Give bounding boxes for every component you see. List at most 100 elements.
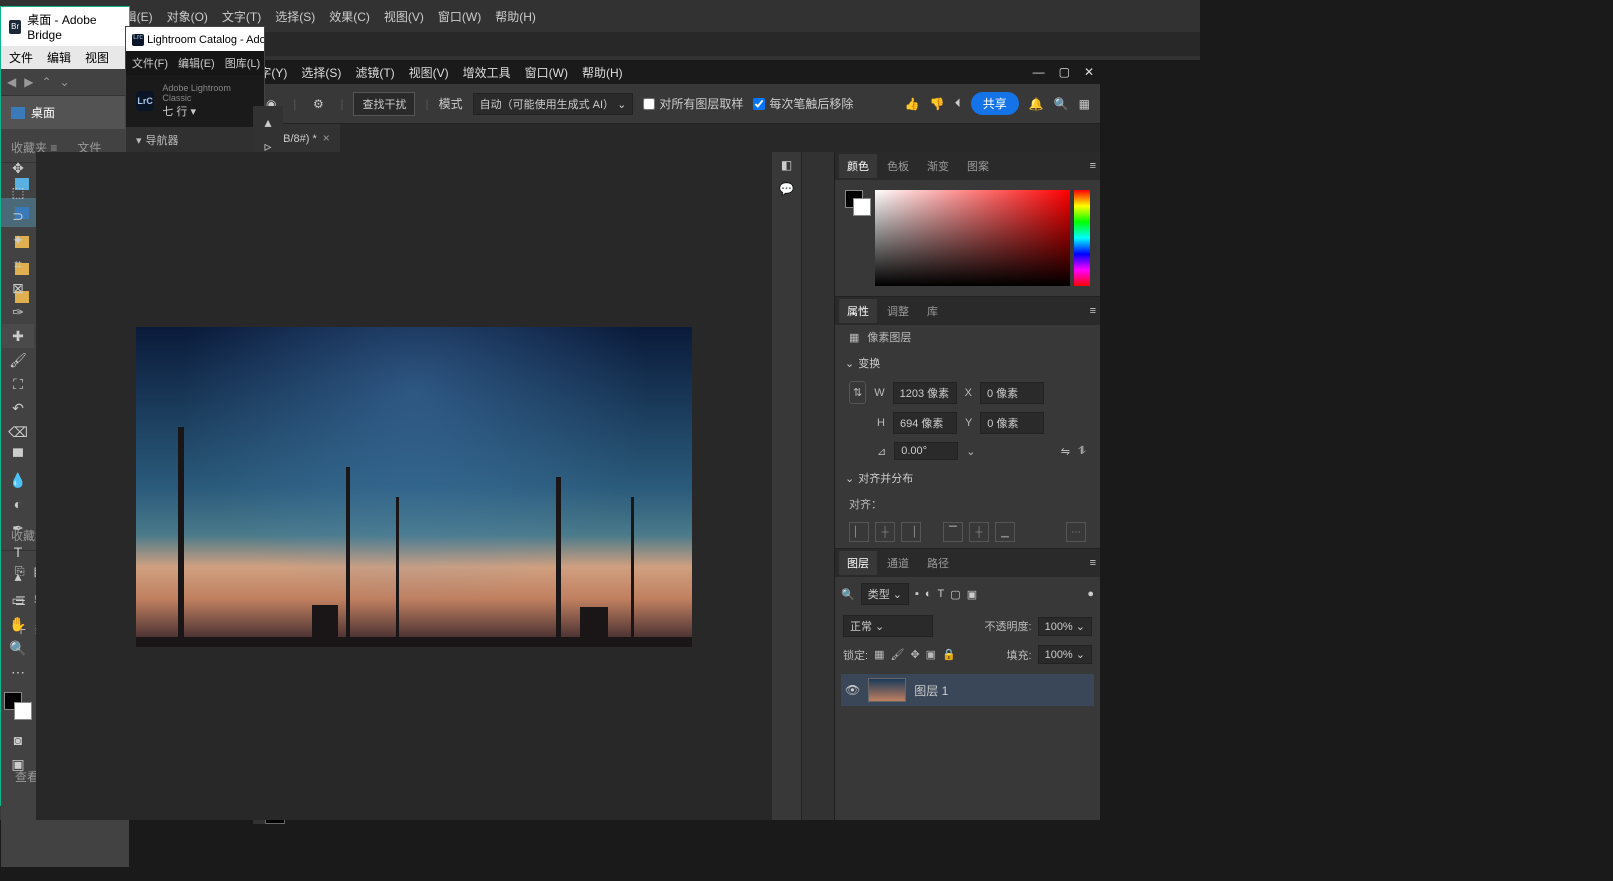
layer-row[interactable]: 👁 图层 1 xyxy=(841,674,1094,706)
color-swatches[interactable] xyxy=(845,190,871,216)
move-tool[interactable]: ✥ xyxy=(2,156,34,180)
tab-color[interactable]: 颜色 xyxy=(839,154,877,178)
align-left-icon[interactable]: ▏ xyxy=(849,522,869,542)
lock-pixels-icon[interactable]: ▦ xyxy=(874,648,884,661)
thumbs-down-icon[interactable]: 👎 xyxy=(930,97,945,111)
lr-nav-head[interactable]: ▾ 导航器 xyxy=(126,127,264,153)
ps-menu-filter[interactable]: 滤镜(T) xyxy=(355,64,394,81)
background-swatch[interactable] xyxy=(14,702,32,720)
ai-menu-view[interactable]: 视图(V) xyxy=(384,8,424,25)
mode-select[interactable]: 自动（可能使用生成式 AI） ⌄ xyxy=(473,93,634,115)
tab-patterns[interactable]: 图案 xyxy=(959,154,997,178)
remove-stroke-checkbox[interactable] xyxy=(753,98,765,110)
wand-tool[interactable]: ✦ xyxy=(2,228,34,252)
filter-type-select[interactable]: 类型 ⌄ xyxy=(861,583,909,605)
edit-toolbar[interactable]: ⋯ xyxy=(2,660,34,684)
search-icon[interactable]: 🔍 xyxy=(841,588,855,601)
flag-icon[interactable]: ⏴ xyxy=(955,96,961,111)
search-icon[interactable]: 🔍 xyxy=(1054,97,1069,111)
bell-icon[interactable]: 🔔 xyxy=(1029,97,1044,111)
tab-adjust[interactable]: 调整 xyxy=(879,299,917,323)
blend-select[interactable]: 正常 ⌄ xyxy=(843,615,933,637)
spot-heal-tool[interactable]: ✚ xyxy=(2,324,34,348)
x-field[interactable]: 0 像素 xyxy=(980,382,1044,404)
path-select-tool[interactable]: ▴ xyxy=(2,564,34,588)
marquee-tool[interactable]: ⬚ xyxy=(2,180,34,204)
nav-up-icon[interactable]: ⌃ xyxy=(41,75,51,89)
ai-menu-type[interactable]: 文字(T) xyxy=(222,8,261,25)
tab-properties[interactable]: 属性 xyxy=(839,299,877,323)
lr-menu-edit[interactable]: 编辑(E) xyxy=(178,55,215,71)
frame-tool[interactable]: ⊠ xyxy=(2,276,34,300)
dropdown-icon[interactable]: ⌄ xyxy=(966,445,975,458)
brush-tool[interactable]: 🖌 xyxy=(2,348,34,372)
angle-field[interactable]: 0.00° xyxy=(894,442,958,460)
align-head[interactable]: ⌄ 对齐并分布 xyxy=(835,464,1100,492)
tab-channels[interactable]: 通道 xyxy=(879,551,917,575)
tab-close-icon[interactable]: × xyxy=(323,131,330,145)
ps-menu-window[interactable]: 窗口(W) xyxy=(525,64,568,81)
ai-menu-object[interactable]: 对象(O) xyxy=(167,8,208,25)
ps-color-swatches[interactable] xyxy=(4,692,32,720)
ai-menu-select[interactable]: 选择(S) xyxy=(275,8,315,25)
nav-back-icon[interactable]: ◀ xyxy=(7,75,16,89)
ps-menu-view[interactable]: 视图(V) xyxy=(409,64,449,81)
flip-v-icon[interactable]: ⥮ xyxy=(1078,445,1086,458)
bg-swatch[interactable] xyxy=(853,198,871,216)
eyedropper-tool[interactable]: ✑ xyxy=(2,300,34,324)
filter-toggle[interactable]: ● xyxy=(1087,588,1094,600)
bridge-menubar[interactable]: 文件 编辑 视图 xyxy=(1,46,129,69)
lr-menu-file[interactable]: 文件(F) xyxy=(132,55,168,71)
color-field[interactable] xyxy=(875,190,1070,286)
lr-menu-library[interactable]: 图库(L) xyxy=(225,55,260,71)
ai-selection-tool[interactable]: ▴ xyxy=(253,110,283,134)
layer-thumb[interactable] xyxy=(868,678,906,702)
gradient-tool[interactable]: ▀ xyxy=(2,444,34,468)
opacity-field[interactable]: 100% ⌄ xyxy=(1038,617,1092,636)
lock-move-icon[interactable]: ✥ xyxy=(910,648,919,661)
tab-gradients[interactable]: 渐变 xyxy=(919,154,957,178)
lock-artboard-icon[interactable]: ▣ xyxy=(926,648,936,661)
remove-stroke-check[interactable]: 每次笔触后移除 xyxy=(753,95,853,112)
bridge-menu-edit[interactable]: 编辑 xyxy=(47,49,71,66)
filter-smart-icon[interactable]: ▣ xyxy=(967,588,977,601)
flip-h-icon[interactable]: ⇋ xyxy=(1061,445,1070,458)
share-button[interactable]: 共享 xyxy=(971,92,1019,115)
align-top-icon[interactable]: ▔ xyxy=(943,522,963,542)
nav-forward-icon[interactable]: ▶ xyxy=(24,75,33,89)
sample-all-checkbox[interactable] xyxy=(643,98,655,110)
align-hcenter-icon[interactable]: ┼ xyxy=(875,522,895,542)
link-icon[interactable]: ⇅ xyxy=(849,381,866,404)
ai-menu-effect[interactable]: 效果(C) xyxy=(329,8,370,25)
thumbs-up-icon[interactable]: 👍 xyxy=(905,97,920,111)
filter-type-icon[interactable]: T xyxy=(938,588,945,600)
lock-all-icon[interactable]: 🔒 xyxy=(942,648,956,661)
hand-tool[interactable]: ✋ xyxy=(2,612,34,636)
filter-adjust-icon[interactable]: ◐ xyxy=(925,588,932,600)
screenmode-tool[interactable]: ▣ xyxy=(2,752,34,776)
shape-tool[interactable]: ▭ xyxy=(2,588,34,612)
zoom-tool[interactable]: 🔍 xyxy=(2,636,34,660)
find-button[interactable]: 查找干扰 xyxy=(353,92,415,116)
panel-menu-icon[interactable]: ≡ xyxy=(1090,305,1096,317)
hue-slider[interactable] xyxy=(1074,190,1090,286)
ps-menu-select[interactable]: 选择(S) xyxy=(301,64,341,81)
eraser-tool[interactable]: ⌫ xyxy=(2,420,34,444)
tab-paths[interactable]: 路径 xyxy=(919,551,957,575)
adjustments-icon[interactable]: ◧ xyxy=(781,158,792,172)
breadcrumb[interactable]: 桌面 xyxy=(1,96,129,129)
tab-libraries[interactable]: 库 xyxy=(919,299,946,323)
layer-name[interactable]: 图层 1 xyxy=(914,682,948,699)
ps-menu-plugins[interactable]: 增效工具 xyxy=(463,64,511,81)
y-field[interactable]: 0 像素 xyxy=(980,412,1044,434)
ps-canvas-area[interactable] xyxy=(36,152,772,820)
filter-shape-icon[interactable]: ▢ xyxy=(950,588,960,601)
pen-tool[interactable]: ✒ xyxy=(2,516,34,540)
transform-head[interactable]: ⌄ 变换 xyxy=(835,349,1100,377)
blur-tool[interactable]: 💧 xyxy=(2,468,34,492)
w-field[interactable]: 1203 像素 xyxy=(893,382,957,404)
h-field[interactable]: 694 像素 xyxy=(893,412,957,434)
panel-menu-icon[interactable]: ≡ xyxy=(1090,160,1096,172)
ps-menu-help[interactable]: 帮助(H) xyxy=(582,64,623,81)
history-brush-tool[interactable]: ↶ xyxy=(2,396,34,420)
